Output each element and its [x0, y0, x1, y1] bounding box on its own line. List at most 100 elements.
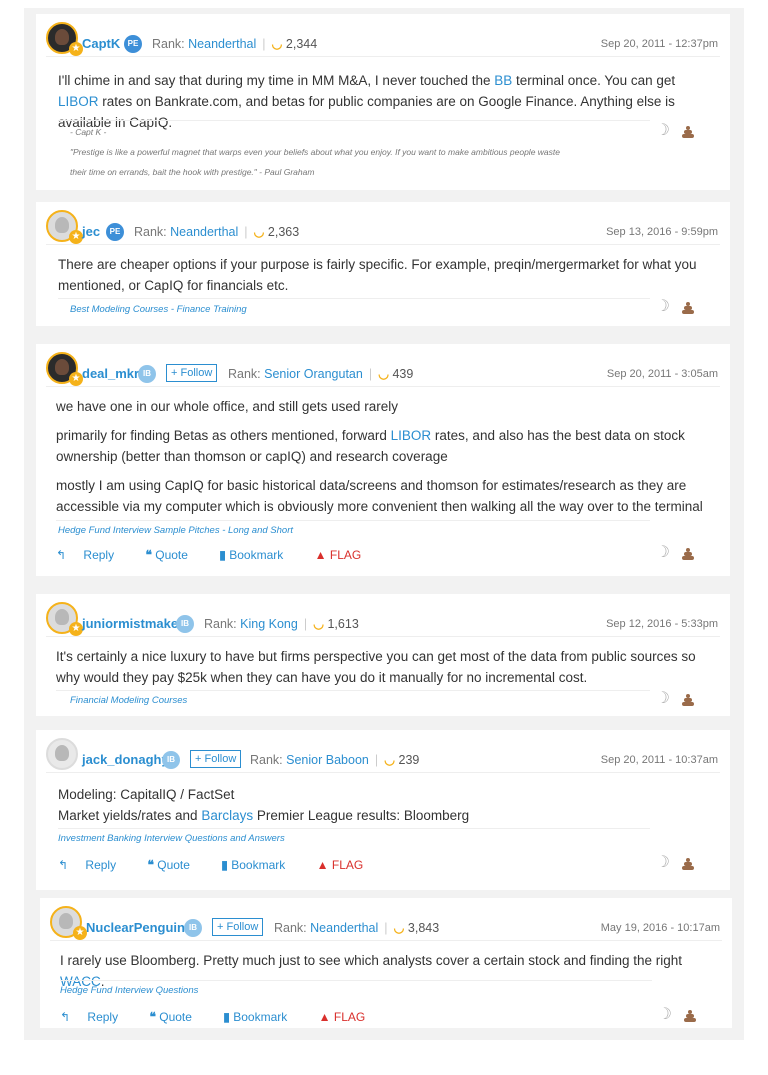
banana-vote-icon[interactable]: ☽	[656, 120, 670, 140]
comment-header: ★ deal_mkr IB + Follow Rank: Senior Oran…	[36, 344, 730, 390]
quote-button[interactable]: ❝ Quote	[147, 858, 204, 872]
comment-paragraph: we have one in our whole office, and sti…	[56, 399, 398, 414]
star-icon: ★	[69, 230, 83, 244]
bookmark-label: Bookmark	[231, 858, 286, 872]
rank-value-link[interactable]: Senior Orangutan	[264, 367, 363, 381]
poop-vote-icon[interactable]	[682, 694, 694, 706]
avatar[interactable]	[46, 738, 78, 770]
reply-button[interactable]: ↰ Reply	[58, 858, 130, 872]
poop-vote-icon[interactable]	[682, 302, 694, 314]
username-link[interactable]: CaptK	[82, 36, 120, 51]
rank-value-link[interactable]: Neanderthal	[170, 225, 238, 239]
sponsored-link[interactable]: Best Modeling Courses - Finance Training	[70, 304, 247, 315]
libor-link[interactable]: LIBOR	[391, 428, 432, 443]
quote-label: Quote	[155, 548, 188, 562]
signature-line: their time on errands, bait the hook wit…	[70, 167, 315, 177]
barclays-link[interactable]: Barclays	[201, 808, 253, 823]
rank-label: Rank:	[204, 617, 237, 631]
comment-body: we have one in our whole office, and sti…	[56, 396, 708, 525]
poop-vote-icon[interactable]	[684, 1010, 696, 1022]
rank-value-link[interactable]: King Kong	[240, 617, 298, 631]
flag-button[interactable]: ▲ FLAG	[319, 1010, 380, 1024]
star-icon: ★	[69, 372, 83, 386]
avatar-figure	[55, 609, 69, 625]
rank-info: Rank: Neanderthal | ◡ 3,843	[274, 920, 439, 935]
username-link[interactable]: NuclearPenguins	[86, 920, 192, 935]
sponsored-link[interactable]: Hedge Fund Interview Sample Pitches - Lo…	[58, 525, 293, 536]
banana-count: 2,363	[267, 225, 300, 239]
quote-button[interactable]: ❝ Quote	[149, 1010, 206, 1024]
banana-count: 239	[398, 753, 420, 767]
avatar-figure	[55, 745, 69, 761]
rank-info: Rank: Senior Orangutan | ◡ 439	[228, 366, 413, 381]
separator: |	[384, 921, 388, 935]
quote-button[interactable]: ❝ Quote	[145, 548, 202, 562]
banana-vote-icon[interactable]: ☽	[656, 296, 670, 316]
banana-vote-icon[interactable]: ☽	[656, 852, 670, 872]
star-icon: ★	[69, 42, 83, 56]
divider	[46, 772, 720, 773]
poop-vote-icon[interactable]	[682, 858, 694, 870]
text: Market yields/rates and	[58, 808, 202, 823]
banana-icon: ◡	[384, 753, 396, 767]
bookmark-button[interactable]: ▮ Bookmark	[219, 548, 297, 562]
flag-label: FLAG	[333, 1010, 366, 1024]
signature: - Capt K - "Prestige is like a powerful …	[70, 122, 560, 182]
libor-link[interactable]: LIBOR	[58, 94, 99, 109]
username-link[interactable]: jec	[82, 224, 100, 239]
bookmark-button[interactable]: ▮ Bookmark	[221, 858, 299, 872]
avatar-figure	[59, 913, 73, 929]
username-link[interactable]: deal_mkr	[82, 366, 139, 381]
signature-divider	[58, 828, 650, 829]
comment-header: ★ CaptK PE Rank: Neanderthal | ◡ 2,344 Sep…	[36, 14, 730, 60]
flag-button[interactable]: ▲ FLAG	[317, 858, 378, 872]
sponsored-link[interactable]: Financial Modeling Courses	[70, 695, 187, 706]
quote-icon: ❝	[145, 548, 152, 562]
bookmark-label: Bookmark	[229, 548, 284, 562]
poop-vote-icon[interactable]	[682, 126, 694, 138]
rank-value-link[interactable]: Neanderthal	[310, 921, 378, 935]
comment-line: Market yields/rates and Barclays Premier…	[58, 805, 708, 826]
comment-card: ★ jec PE Rank: Neanderthal | ◡ 2,363 Sep 1…	[36, 202, 730, 326]
bb-link[interactable]: BB	[494, 73, 512, 88]
banana-icon: ◡	[253, 225, 265, 239]
sponsored-link[interactable]: Hedge Fund Interview Questions	[60, 985, 198, 996]
comment-body: There are cheaper options if your purpos…	[58, 254, 708, 304]
comment-line: Modeling: CapitalIQ / FactSet	[58, 787, 235, 802]
flag-button[interactable]: ▲ FLAG	[315, 548, 376, 562]
separator: |	[368, 367, 373, 381]
avatar-figure	[55, 217, 69, 233]
poop-vote-icon[interactable]	[682, 548, 694, 560]
username-link[interactable]: jack_donaghy	[82, 752, 169, 767]
bookmark-button[interactable]: ▮ Bookmark	[223, 1010, 301, 1024]
follow-button[interactable]: + Follow	[166, 364, 218, 382]
banana-vote-icon[interactable]: ☽	[656, 688, 670, 708]
comment-card: ★ juniormistmaker IB Rank: King Kong | ◡ 1…	[36, 594, 730, 716]
rank-value-link[interactable]: Senior Baboon	[286, 753, 369, 767]
text: I rarely use Bloomberg. Pretty much just…	[60, 953, 683, 968]
post-date: Sep 20, 2011 - 12:37pm	[600, 38, 718, 50]
reply-button[interactable]: ↰ Reply	[60, 1010, 132, 1024]
sponsored-link[interactable]: Investment Banking Interview Questions a…	[58, 833, 285, 844]
banana-vote-icon[interactable]: ☽	[656, 542, 670, 562]
username-link[interactable]: juniormistmaker	[82, 616, 183, 631]
reply-label: Reply	[87, 1010, 119, 1024]
post-date: May 19, 2016 - 10:17am	[600, 922, 720, 934]
rank-label: Rank:	[134, 225, 167, 239]
quote-label: Quote	[159, 1010, 192, 1024]
text: I'll chime in and say that during my tim…	[58, 73, 495, 88]
signature-line: - Capt K -	[70, 127, 107, 137]
follow-button[interactable]: + Follow	[190, 750, 242, 768]
rank-value-link[interactable]: Neanderthal	[188, 37, 256, 51]
divider	[46, 386, 720, 387]
follow-button[interactable]: + Follow	[212, 918, 264, 936]
signature-divider	[58, 120, 650, 121]
comment-body: Modeling: CapitalIQ / FactSet Market yie…	[58, 784, 708, 826]
bookmark-icon: ▮	[221, 858, 228, 872]
rank-label: Rank:	[152, 37, 185, 51]
divider	[46, 56, 720, 57]
rank-info: Rank: Neanderthal | ◡ 2,344	[152, 36, 317, 51]
reply-button[interactable]: ↰ Reply	[56, 548, 128, 562]
banana-vote-icon[interactable]: ☽	[658, 1004, 672, 1024]
comment-body: It's certainly a nice luxury to have but…	[56, 646, 708, 696]
